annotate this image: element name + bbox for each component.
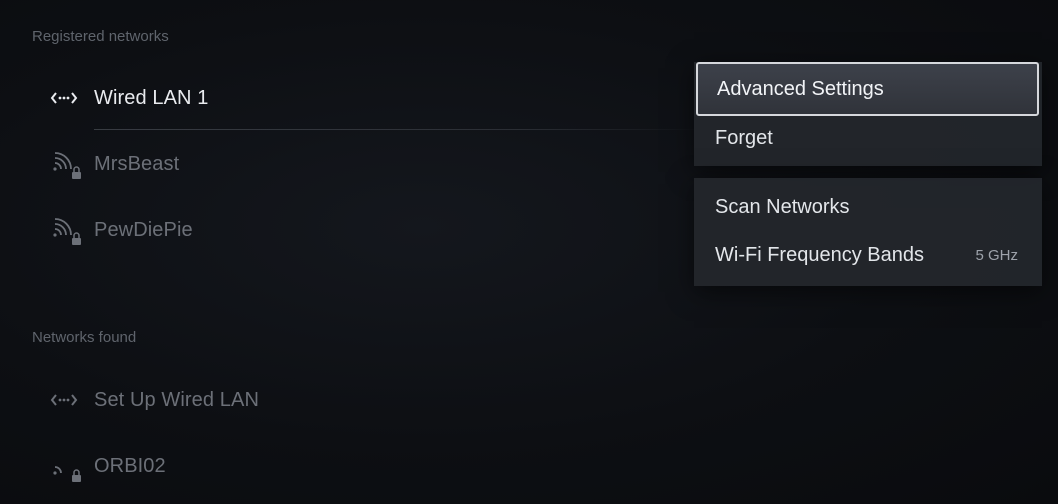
network-item-mrsbeast[interactable]: MrsBeast (48, 139, 688, 189)
menu-item-advanced-settings[interactable]: Advanced Settings (696, 62, 1039, 116)
menu-item-label: Wi-Fi Frequency Bands (715, 243, 924, 266)
context-menu-group-scan: Scan Networks Wi-Fi Frequency Bands 5 GH… (694, 178, 1042, 286)
network-item-set-up-wired-lan[interactable]: Set Up Wired LAN (48, 375, 688, 425)
menu-item-forget[interactable]: Forget (694, 114, 1042, 162)
network-name: ORBI02 (94, 454, 166, 477)
network-name: Set Up Wired LAN (94, 388, 259, 411)
wifi-locked-icon (48, 215, 82, 245)
wifi-locked-weak-icon (48, 451, 82, 482)
network-item-wired-lan-1[interactable]: Wired LAN 1 (48, 73, 688, 123)
wired-lan-icon (48, 385, 82, 415)
registered-networks-heading: Registered networks (32, 28, 169, 45)
wifi-locked-icon (48, 149, 82, 179)
network-name: PewDiePie (94, 218, 193, 241)
menu-item-label: Scan Networks (715, 195, 850, 218)
network-item-pewdiepie[interactable]: PewDiePie (48, 205, 688, 255)
menu-item-label: Advanced Settings (717, 77, 884, 100)
menu-item-label: Forget (715, 126, 773, 149)
divider (94, 129, 704, 130)
menu-item-wifi-frequency-bands[interactable]: Wi-Fi Frequency Bands 5 GHz (694, 231, 1042, 279)
network-item-orbi02[interactable]: ORBI02 (48, 441, 688, 491)
menu-item-scan-networks[interactable]: Scan Networks (694, 183, 1042, 231)
frequency-band-value: 5 GHz (975, 246, 1018, 264)
networks-found-heading: Networks found (32, 329, 137, 346)
network-name: MrsBeast (94, 152, 180, 175)
wired-lan-icon (48, 83, 82, 113)
context-menu-group-network: Advanced Settings Forget (694, 62, 1042, 166)
network-name: Wired LAN 1 (94, 86, 209, 109)
